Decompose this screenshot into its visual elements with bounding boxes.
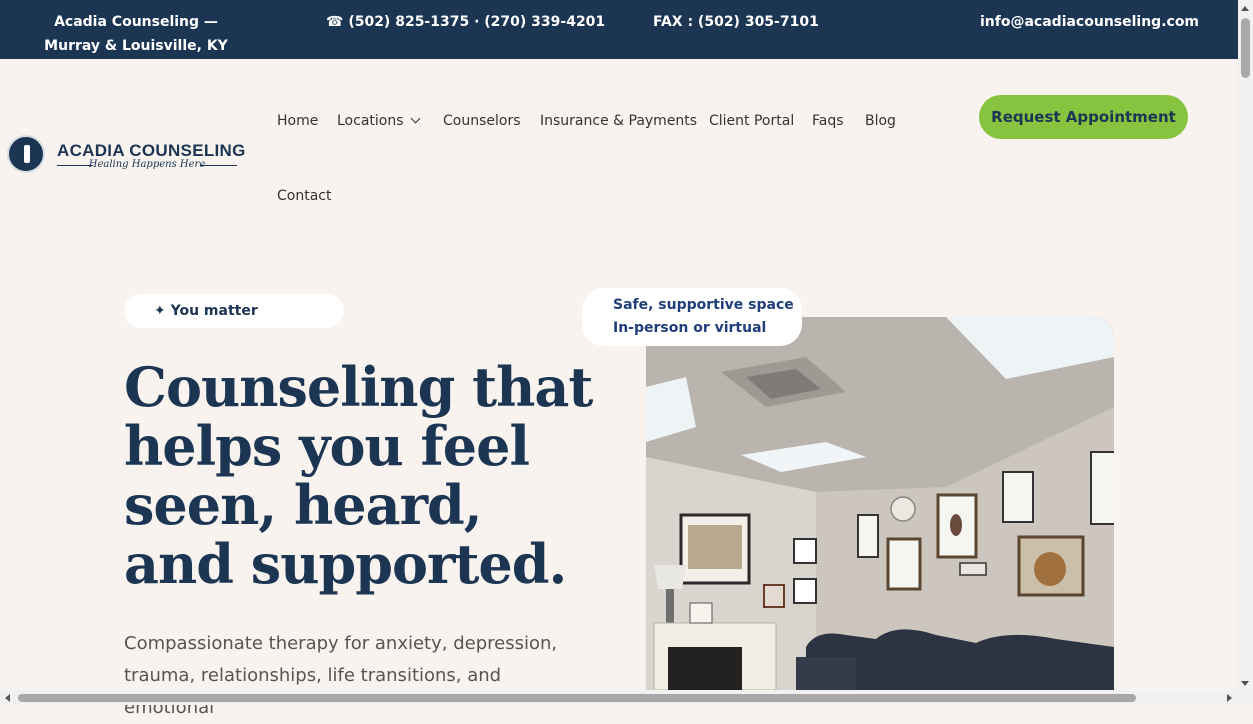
office-photo [646,317,1114,690]
office-photo-illustration [646,317,1114,690]
site-logo[interactable]: ACADIA COUNSELING Healing Happens Here [7,135,247,177]
nav-counselors[interactable]: Counselors [443,112,521,130]
brand-name: Acadia Counseling [54,14,200,30]
phone-numbers[interactable]: ☎ (502) 825-1375 · (270) 339-4201 [326,10,605,34]
horizontal-scrollbar-thumb[interactable] [18,694,1136,702]
nav-contact[interactable]: Contact [277,187,331,205]
nav-insurance[interactable]: Insurance & Payments [540,112,697,130]
fax-number: FAX : (502) 305-7101 [653,14,819,30]
logo-name: ACADIA COUNSELING [57,141,246,160]
chevron-down-icon [410,113,420,124]
email-link[interactable]: info@acadiacounseling.com [980,10,1199,34]
scrollbar-corner [1238,690,1253,705]
nav-locations[interactable]: Locations [337,112,420,130]
features-callout: Safe, supportive space In-person or virt… [582,288,802,346]
hero-description: Compassionate therapy for anxiety, depre… [124,633,558,718]
you-matter-badge: ✦ You matter [124,294,344,328]
logo-tagline: Healing Happens Here [57,159,237,170]
scroll-up-arrow-icon[interactable] [1241,6,1249,11]
vertical-scrollbar-thumb[interactable] [1241,18,1250,78]
callout-line-virtual: In-person or virtual [613,320,767,336]
scroll-right-arrow-icon[interactable] [1227,694,1232,702]
nav-locations-label: Locations [337,113,404,129]
scroll-down-arrow-icon[interactable] [1241,681,1249,686]
nav-home[interactable]: Home [277,112,318,130]
callout-line-safe-space: Safe, supportive space [613,297,794,313]
horizontal-scrollbar[interactable] [0,690,1238,705]
top-contact-bar: Acadia Counseling — Murray & Louisville,… [0,0,1238,59]
request-appointment-button[interactable]: Request Appointment [979,95,1188,139]
nav-blog[interactable]: Blog [865,112,896,130]
nav-client-portal[interactable]: Client Portal [709,112,794,130]
vertical-scrollbar[interactable] [1238,0,1253,690]
lighthouse-icon [7,135,45,173]
brand-location: Acadia Counseling — Murray & Louisville,… [26,10,246,58]
hero-title: Counseling that helps you feel seen, hea… [124,355,593,596]
nav-faqs[interactable]: Faqs [812,112,844,130]
scroll-left-arrow-icon[interactable] [5,694,10,702]
